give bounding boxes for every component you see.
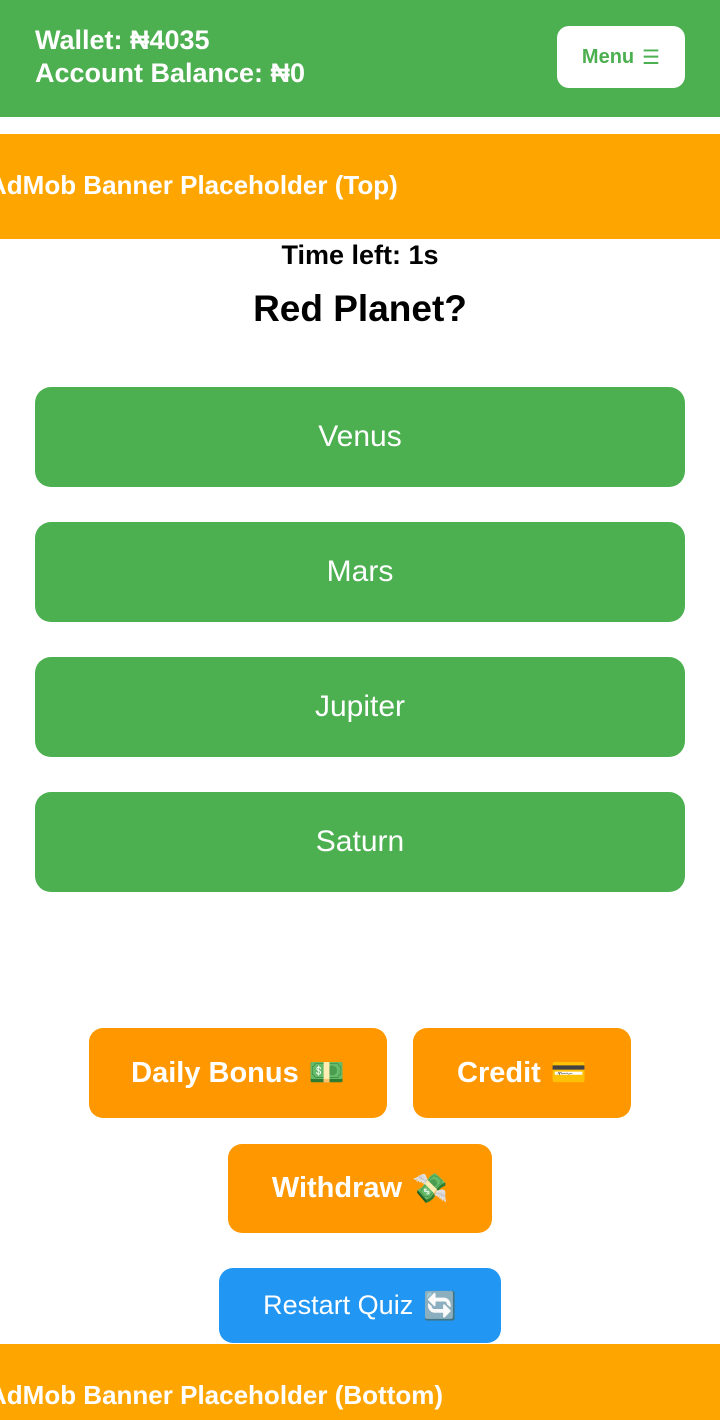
credit-label: Credit	[457, 1056, 541, 1089]
ad-banner-bottom: AdMob Banner Placeholder (Bottom)	[0, 1344, 720, 1420]
ad-banner-top-text: AdMob Banner Placeholder (Top)	[0, 170, 398, 200]
withdraw-button[interactable]: Withdraw 💸	[228, 1144, 492, 1233]
time-left: Time left: 1s	[281, 240, 439, 270]
account-balance: Account Balance: ₦0	[35, 58, 306, 88]
restart-quiz-label: Restart Quiz	[263, 1290, 414, 1320]
answer-option-jupiter[interactable]: Jupiter	[35, 657, 685, 757]
answer-option-saturn[interactable]: Saturn	[35, 792, 685, 892]
hamburger-icon: ☰	[642, 46, 661, 69]
money-wings-icon: 💸	[412, 1172, 449, 1205]
credit-button[interactable]: Credit 💳	[413, 1028, 631, 1118]
wallet-amount: Wallet: ₦4035	[35, 25, 210, 55]
menu-button[interactable]: Menu ☰	[557, 26, 685, 88]
question-text: Red Planet?	[253, 288, 467, 329]
daily-bonus-label: Daily Bonus	[131, 1056, 299, 1089]
menu-label: Menu	[581, 45, 635, 68]
answer-option-venus[interactable]: Venus	[35, 387, 685, 487]
top-header: Wallet: ₦4035 Account Balance: ₦0 Menu ☰	[0, 0, 720, 117]
credit-card-icon: 💳	[550, 1057, 587, 1089]
wallet-info: Wallet: ₦4035 Account Balance: ₦0	[35, 24, 305, 90]
daily-bonus-button[interactable]: Daily Bonus 💵	[89, 1028, 387, 1118]
refresh-icon: 🔄	[423, 1290, 457, 1321]
ad-banner-bottom-text: AdMob Banner Placeholder (Bottom)	[0, 1380, 444, 1410]
answer-option-mars[interactable]: Mars	[35, 522, 685, 622]
ad-banner-top: AdMob Banner Placeholder (Top)	[0, 134, 720, 239]
restart-quiz-button[interactable]: Restart Quiz 🔄	[219, 1268, 501, 1343]
withdraw-label: Withdraw	[271, 1172, 403, 1204]
money-icon: 💵	[308, 1057, 345, 1089]
